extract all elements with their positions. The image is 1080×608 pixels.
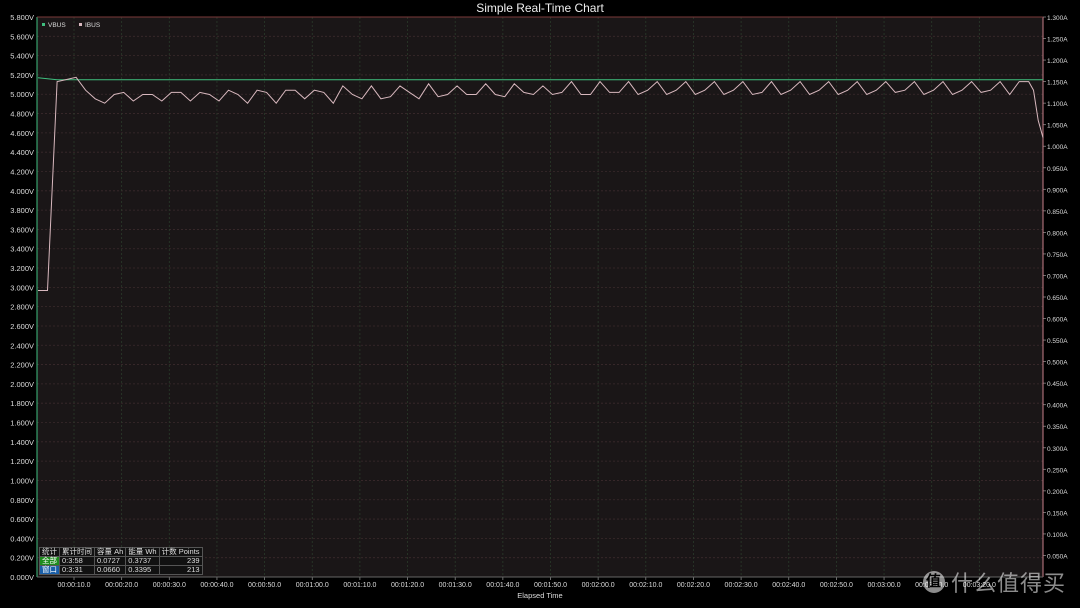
y-tick-label-left: 1.600V (10, 419, 34, 428)
y-tick-label-right: 0.200A (1047, 489, 1068, 496)
stats-row-window: 窗口 0:3:31 0.0660 0.3395 213 (39, 565, 203, 575)
stats-cell: 213 (158, 565, 203, 575)
x-tick-label: 00:00:20.0 (105, 582, 138, 589)
y-tick-label-left: 5.000V (10, 90, 34, 99)
y-tick-label-left: 1.000V (10, 476, 34, 485)
x-tick-label: 00:02:10.0 (629, 582, 662, 589)
y-tick-label-left: 5.800V (10, 13, 34, 22)
legend-swatch-vbus (42, 23, 45, 26)
x-tick-label: 00:00:10.0 (57, 582, 90, 589)
y-tick-label-left: 5.200V (10, 71, 34, 80)
y-tick-label-left: 1.800V (10, 399, 34, 408)
y-tick-label-left: 5.400V (10, 52, 34, 61)
chart-canvas: 0.000V 0.200V 0.400V 0.600V 0.800V 1.000V 1.20… (10, 13, 1068, 600)
legend-swatch-ibus (79, 23, 82, 26)
y-tick-label-right: 1.000A (1047, 144, 1068, 151)
x-tick-label: 00:02:50.0 (820, 582, 853, 589)
stats-cell: 0.0660 (93, 565, 127, 575)
y-tick-label-right: 0.100A (1047, 532, 1068, 539)
y-tick-label-left: 4.400V (10, 148, 34, 157)
x-tick-label: 00:00:40.0 (200, 582, 233, 589)
y-tick-label-right: 0.500A (1047, 360, 1068, 367)
x-tick-label: 00:00:50.0 (248, 582, 281, 589)
y-tick-label-left: 0.000V (10, 573, 34, 582)
x-tick-label: 00:01:20.0 (391, 582, 424, 589)
y-tick-label-right: 0.900A (1047, 187, 1068, 194)
watermark-text: 什么值得买 (950, 571, 1066, 596)
stats-cell: 0:3:31 (59, 565, 95, 575)
y-tick-label-left: 1.200V (10, 457, 34, 466)
y-tick-label-left: 3.600V (10, 225, 34, 234)
y-tick-label-left: 1.400V (10, 438, 34, 447)
x-tick-label: 00:01:00.0 (296, 582, 329, 589)
y-tick-label-left: 4.800V (10, 110, 34, 119)
y-tick-label-right: 1.200A (1047, 58, 1068, 65)
x-tick-label: 00:01:10.0 (343, 582, 376, 589)
y-tick-label-right: 0.400A (1047, 403, 1068, 410)
plot-background (37, 17, 1043, 577)
stats-row-label: 窗口 (39, 565, 60, 575)
legend-label-vbus: VBUS (48, 22, 66, 29)
x-tick-label: 00:01:40.0 (486, 582, 519, 589)
watermark-logo-icon: 值 (922, 571, 945, 593)
y-tick-label-right: 0.250A (1047, 467, 1068, 474)
y-tick-label-left: 4.000V (10, 187, 34, 196)
y-tick-label-right: 0.800A (1047, 230, 1068, 237)
y-tick-label-right: 0.450A (1047, 381, 1068, 388)
y-tick-label-right: 0.550A (1047, 338, 1068, 345)
y-tick-label-left: 0.600V (10, 515, 34, 524)
y-tick-label-left: 0.800V (10, 496, 34, 505)
y-tick-label-right: 1.050A (1047, 123, 1068, 130)
y-tick-label-right: 0.700A (1047, 273, 1068, 280)
x-tick-label: 00:02:40.0 (772, 582, 805, 589)
y-tick-label-right: 1.100A (1047, 101, 1068, 108)
y-tick-label-left: 2.800V (10, 303, 34, 312)
y-tick-label-left: 2.200V (10, 361, 34, 370)
y-tick-label-left: 0.400V (10, 534, 34, 543)
y-tick-label-left: 3.200V (10, 264, 34, 273)
x-tick-label: 00:02:20.0 (677, 582, 710, 589)
y-tick-label-right: 1.300A (1047, 15, 1068, 22)
y-tick-label-left: 5.600V (10, 32, 34, 41)
y-tick-label-right: 0.850A (1047, 209, 1068, 216)
y-tick-label-right: 0.350A (1047, 424, 1068, 431)
y-tick-label-right: 0.750A (1047, 252, 1068, 259)
y-tick-label-right: 1.250A (1047, 37, 1068, 44)
y-tick-label-left: 2.600V (10, 322, 34, 331)
y-tick-label-right: 0.650A (1047, 295, 1068, 302)
x-tick-label: 00:03:00.0 (868, 582, 901, 589)
y-tick-label-right: 0.150A (1047, 510, 1068, 517)
y-tick-label-left: 0.200V (10, 554, 34, 563)
stats-table: 统计 累计时间 容量 Ah 能量 Wh 计数 Points 全部 0:3:58 … (39, 547, 203, 575)
x-tick-label: 00:01:30.0 (439, 582, 472, 589)
y-tick-label-left: 4.200V (10, 167, 34, 176)
x-tick-label: 00:00:30.0 (153, 582, 186, 589)
y-tick-label-right: 0.950A (1047, 166, 1068, 173)
stats-cell: 0.3395 (125, 565, 160, 575)
legend-label-ibus: IBUS (85, 22, 101, 29)
y-tick-label-right: 0.300A (1047, 446, 1068, 453)
y-tick-label-left: 4.600V (10, 129, 34, 138)
x-tick-label: 00:02:00.0 (582, 582, 615, 589)
y-tick-label-right: 1.150A (1047, 80, 1068, 87)
chart-window: Simple Real-Time Chart 0.000V 0.200V 0.400… (0, 0, 1080, 608)
x-axis-title: Elapsed Time (517, 591, 562, 600)
y-tick-label-left: 3.800V (10, 206, 34, 215)
y-tick-label-left: 3.000V (10, 283, 34, 292)
y-tick-label-left: 3.400V (10, 245, 34, 254)
x-tick-label: 00:01:50.0 (534, 582, 567, 589)
y-tick-label-right: 0.600A (1047, 317, 1068, 324)
y-tick-label-right: 0.050A (1047, 553, 1068, 560)
y-tick-label-left: 2.400V (10, 341, 34, 350)
watermark: 值什么值得买 (922, 566, 1066, 598)
x-tick-label: 00:02:30.0 (725, 582, 758, 589)
y-tick-label-left: 2.000V (10, 380, 34, 389)
